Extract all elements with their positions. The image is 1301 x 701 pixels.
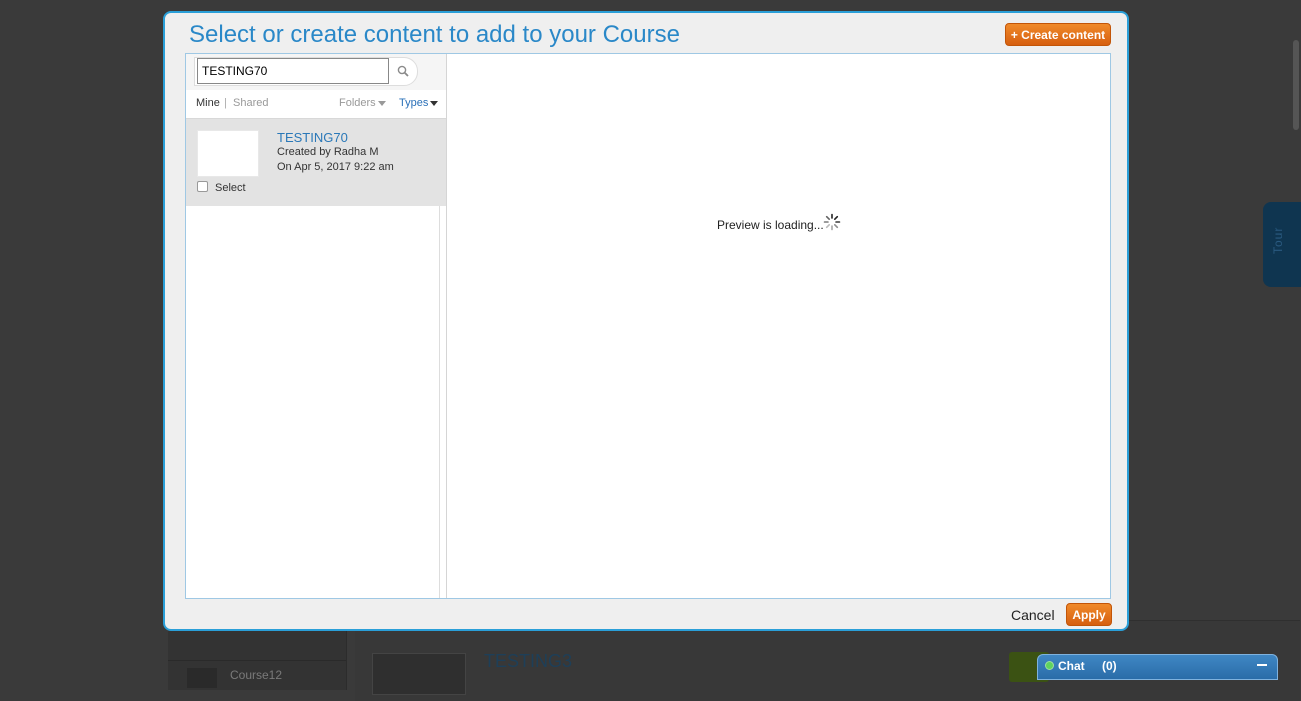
content-list-pane: Mine | Shared Folders Types TESTING70 Cr… [186, 54, 447, 598]
preview-pane: Preview is loading... [447, 54, 1110, 598]
minimize-icon[interactable] [1257, 664, 1267, 666]
cancel-button[interactable]: Cancel [1011, 607, 1055, 623]
chat-bar[interactable]: Chat (0) [1037, 654, 1278, 680]
chevron-down-icon [377, 100, 386, 106]
folders-dropdown[interactable]: Folders [339, 97, 386, 109]
background-item-thumbnail [372, 653, 466, 695]
list-item[interactable]: TESTING70 Created by Radha M On Apr 5, 2… [186, 119, 446, 206]
content-date: On Apr 5, 2017 9:22 am [277, 161, 394, 173]
tab-mine[interactable]: Mine [196, 97, 220, 109]
loading-spinner-icon [823, 213, 841, 231]
types-dropdown[interactable]: Types [399, 97, 439, 109]
apply-button[interactable]: Apply [1066, 603, 1112, 626]
create-content-button[interactable]: + Create content [1005, 23, 1111, 46]
search-bar [186, 54, 446, 90]
background-item-title: TESTING3 [484, 651, 573, 671]
folders-dropdown-label: Folders [339, 97, 376, 109]
background-course-icon [187, 668, 217, 688]
search-icon[interactable] [397, 65, 409, 77]
select-checkbox[interactable] [197, 181, 208, 192]
tour-tab-label: Tour [1271, 226, 1285, 254]
tour-tab[interactable]: Tour [1263, 202, 1301, 287]
select-content-dialog: Select or create content to add to your … [163, 11, 1129, 631]
chat-count: (0) [1102, 659, 1117, 673]
content-title[interactable]: TESTING70 [277, 130, 348, 145]
tab-shared[interactable]: Shared [233, 97, 268, 109]
background-course-item: Course12 [230, 668, 283, 682]
tab-separator: | [224, 97, 227, 109]
search-input[interactable] [197, 58, 389, 84]
types-dropdown-label: Types [399, 97, 429, 109]
dialog-title: Select or create content to add to your … [189, 21, 680, 48]
content-area: Mine | Shared Folders Types TESTING70 Cr… [185, 53, 1111, 599]
content-thumbnail [197, 130, 259, 177]
chevron-down-icon [430, 100, 439, 106]
select-checkbox-label[interactable]: Select [215, 182, 246, 194]
chat-label: Chat [1058, 659, 1085, 673]
online-status-icon [1045, 661, 1054, 670]
content-creator: Created by Radha M [277, 146, 379, 158]
page-scrollbar[interactable] [1293, 40, 1299, 130]
preview-loading-text: Preview is loading... [717, 218, 824, 232]
search-box [194, 57, 418, 86]
list-scrollbar[interactable] [439, 206, 440, 598]
background-divider [168, 660, 346, 661]
filter-bar: Mine | Shared Folders Types [186, 90, 446, 119]
